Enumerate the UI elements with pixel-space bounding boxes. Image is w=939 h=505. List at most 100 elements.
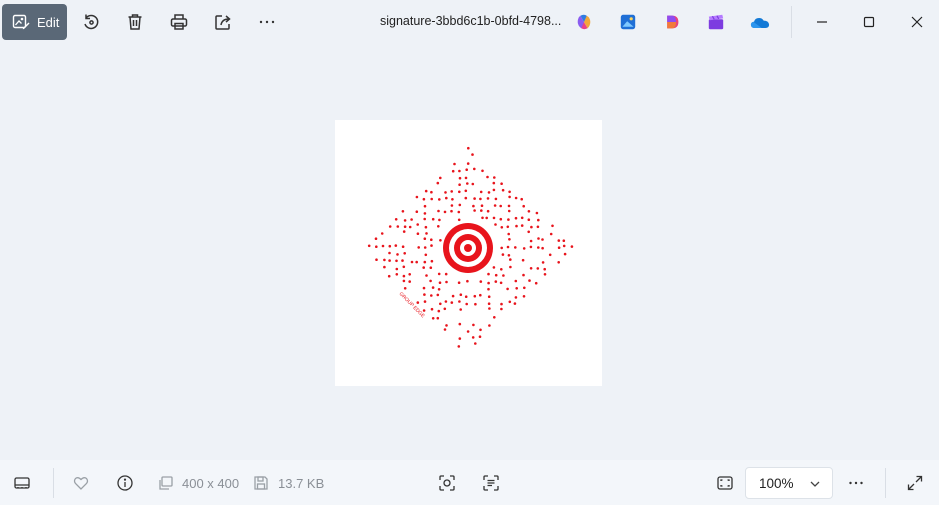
- pattern-dot: [424, 189, 428, 193]
- pattern-dot: [423, 217, 426, 221]
- onedrive-button[interactable]: [750, 12, 770, 32]
- pattern-dot: [543, 273, 547, 276]
- pattern-dot: [425, 274, 428, 277]
- pattern-dot: [548, 253, 552, 257]
- pattern-dot: [375, 245, 378, 248]
- pattern-dot: [437, 288, 441, 291]
- favorite-button[interactable]: [71, 473, 91, 493]
- pattern-dot: [429, 266, 433, 269]
- more-view-options-button[interactable]: [846, 473, 866, 493]
- photos-app-button[interactable]: [618, 12, 638, 32]
- pattern-dot: [478, 335, 482, 338]
- pattern-dot: [479, 197, 482, 201]
- pattern-dot: [457, 281, 461, 284]
- onedrive-icon: [750, 17, 770, 28]
- pattern-dot: [423, 293, 426, 296]
- pattern-dot: [507, 218, 510, 221]
- pattern-dot: [408, 225, 412, 229]
- pattern-dot: [474, 302, 477, 306]
- print-button[interactable]: [166, 9, 192, 35]
- pattern-dot: [394, 244, 398, 247]
- pattern-dot: [375, 258, 378, 261]
- rotate-button[interactable]: [78, 9, 104, 35]
- designer-button[interactable]: [662, 12, 682, 32]
- pattern-dot: [443, 210, 447, 214]
- pattern-dot: [430, 238, 433, 241]
- visual-search-button[interactable]: [437, 473, 457, 493]
- filmstrip-icon: [14, 477, 30, 489]
- filmstrip-button[interactable]: [12, 473, 32, 493]
- pattern-dot: [401, 245, 405, 248]
- target-logo: [443, 223, 493, 273]
- pattern-dot: [500, 268, 503, 271]
- file-info-button[interactable]: [115, 473, 135, 493]
- pattern-dot: [423, 246, 427, 249]
- print-icon: [170, 14, 188, 30]
- pattern-dot: [423, 300, 427, 303]
- pattern-dot: [485, 216, 488, 220]
- maximize-button[interactable]: [857, 10, 881, 34]
- pattern-dot: [450, 209, 453, 213]
- pattern-dot: [458, 183, 461, 186]
- pattern-dot: [437, 309, 441, 313]
- pattern-dot: [444, 300, 448, 303]
- more-icon: [849, 481, 863, 485]
- fit-to-window-button[interactable]: [715, 473, 735, 493]
- pattern-dot: [465, 302, 468, 306]
- pattern-dot: [520, 216, 524, 220]
- pattern-dot: [562, 244, 566, 248]
- expand-icon: [907, 475, 923, 491]
- minimize-icon: [817, 21, 827, 23]
- pattern-dot: [402, 230, 406, 233]
- image-dimensions: 400 x 400: [182, 476, 240, 491]
- pattern-dot: [450, 190, 453, 193]
- share-button[interactable]: [210, 9, 236, 35]
- image-canvas[interactable]: GROUP EDGE: [335, 120, 602, 386]
- pattern-dot: [479, 293, 482, 297]
- copilot-button[interactable]: [574, 12, 594, 32]
- pattern-dot: [513, 302, 517, 305]
- pattern-dot: [423, 237, 427, 240]
- pattern-dot: [401, 259, 404, 262]
- pattern-dot: [467, 146, 470, 150]
- edit-label: Edit: [37, 14, 60, 30]
- close-button[interactable]: [905, 10, 929, 34]
- pattern-dot: [430, 259, 434, 263]
- zoom-value: 100%: [759, 475, 794, 491]
- pattern-dot: [508, 300, 512, 304]
- pattern-dot: [458, 337, 462, 340]
- pattern-dot: [500, 246, 503, 250]
- pattern-dot: [514, 196, 518, 200]
- pattern-dot: [536, 267, 540, 270]
- pattern-dot: [408, 280, 411, 283]
- clipchamp-icon: [708, 14, 724, 30]
- more-options-button[interactable]: [254, 9, 280, 35]
- pattern-dot: [464, 295, 468, 298]
- zoom-dropdown[interactable]: 100%: [745, 467, 833, 499]
- pattern-dot: [374, 237, 378, 240]
- pattern-dot: [486, 175, 489, 179]
- pattern-dot: [466, 279, 469, 283]
- pattern-dot: [473, 294, 477, 298]
- pattern-dot: [537, 237, 540, 240]
- scan-text-button[interactable]: [481, 473, 501, 493]
- pattern-dot: [415, 195, 419, 199]
- pattern-dot: [522, 273, 525, 277]
- pattern-dot: [403, 225, 407, 228]
- pattern-dot: [529, 239, 533, 243]
- minimize-button[interactable]: [810, 10, 834, 34]
- edit-button[interactable]: Edit: [2, 4, 67, 40]
- pattern-dot: [522, 247, 526, 250]
- delete-button[interactable]: [122, 9, 148, 35]
- pattern-dot: [471, 336, 475, 339]
- clipchamp-button[interactable]: [706, 12, 726, 32]
- scan-text-icon: [483, 475, 499, 491]
- pattern-dot: [473, 197, 476, 200]
- pattern-dot: [395, 273, 399, 276]
- fullscreen-button[interactable]: [905, 473, 925, 493]
- pattern-dot: [515, 287, 518, 290]
- pattern-dot: [453, 162, 456, 166]
- pattern-dot: [367, 244, 371, 248]
- file-name: signature-3bbd6c1b-0bfd-4798...: [380, 14, 562, 28]
- pattern-dot: [506, 245, 510, 249]
